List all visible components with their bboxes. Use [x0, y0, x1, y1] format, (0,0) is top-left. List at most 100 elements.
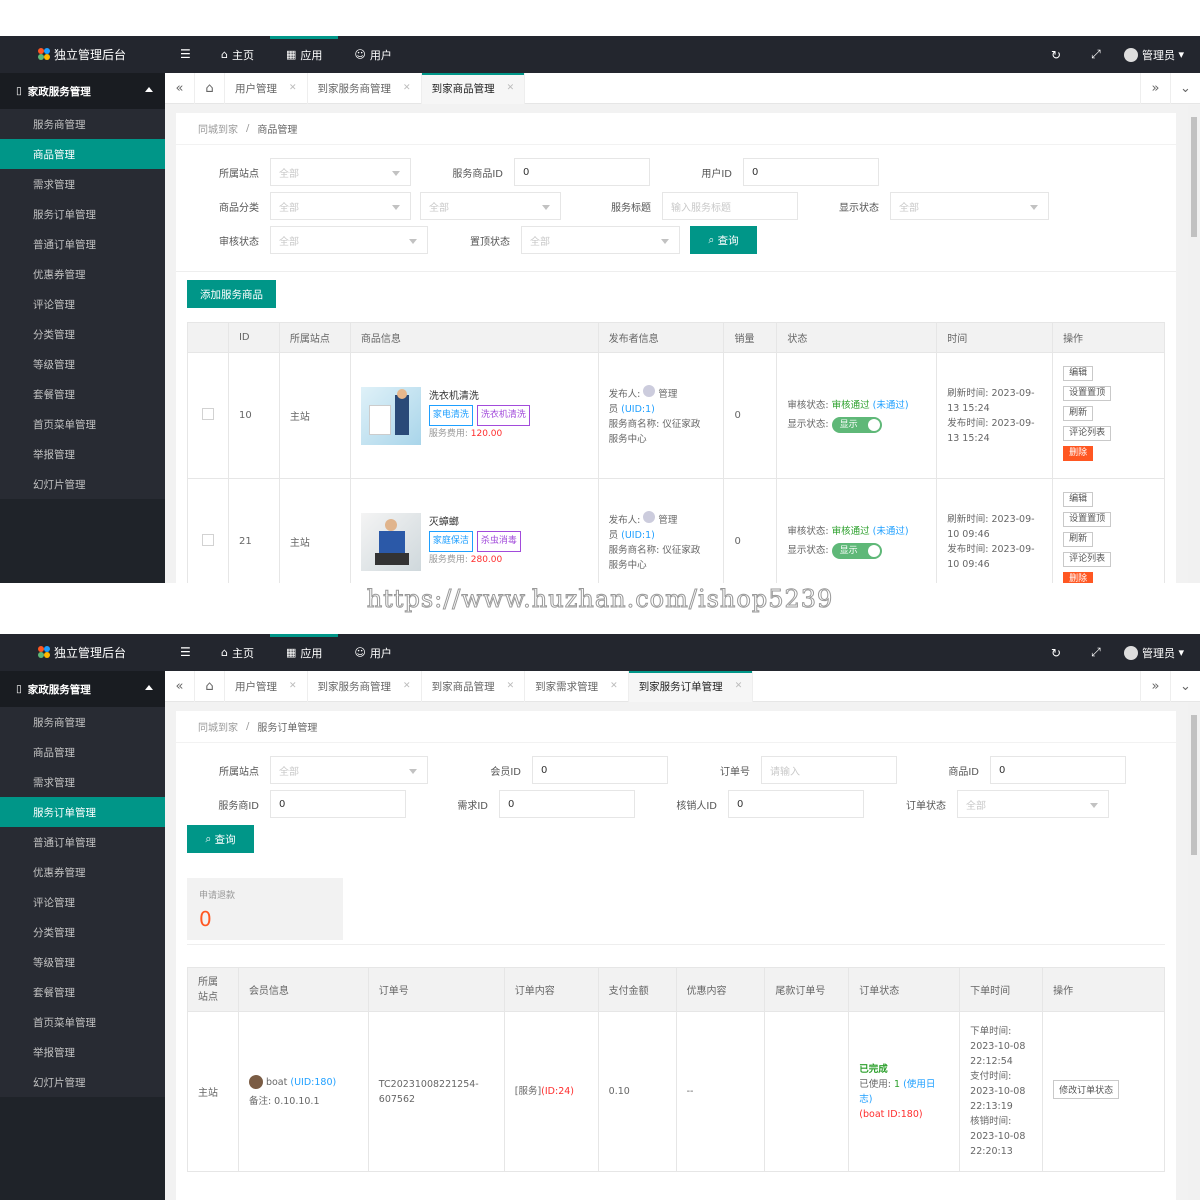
sidebar-group-housekeeping[interactable]: ▯ 家政服务管理	[0, 73, 165, 109]
edit-button[interactable]: 编辑	[1063, 491, 1094, 507]
close-icon[interactable]: ✕	[507, 681, 515, 691]
tab-demand-management[interactable]: 到家需求管理 ✕	[525, 670, 629, 702]
scrollbar-thumb[interactable]	[1191, 715, 1197, 855]
add-service-goods-button[interactable]: 添加服务商品	[187, 280, 276, 308]
title-input[interactable]: 输入服务标题	[662, 192, 798, 220]
nav-user[interactable]: ☺ 用户	[338, 634, 407, 671]
sidebar-group-housekeeping[interactable]: ▯ 家政服务管理	[0, 671, 165, 707]
verifier-id-input[interactable]: 0	[728, 790, 864, 818]
user-id-input[interactable]: 0	[743, 158, 879, 186]
station-select[interactable]: 全部	[270, 158, 411, 186]
provider-id-input[interactable]: 0	[270, 790, 406, 818]
order-no-input[interactable]: 请输入	[761, 756, 897, 784]
tab-goods-management[interactable]: 到家商品管理 ✕	[422, 670, 526, 702]
comment-list-button[interactable]: 评论列表	[1063, 551, 1112, 567]
sidebar-item[interactable]: 首页菜单管理	[0, 409, 165, 439]
set-top-button[interactable]: 设置置顶	[1063, 385, 1112, 401]
member-id-input[interactable]: 0	[532, 756, 668, 784]
refresh-icon[interactable]: ↻	[1036, 48, 1076, 62]
edit-button[interactable]: 编辑	[1063, 365, 1094, 381]
admin-menu[interactable]: 管理员 ▾	[1116, 645, 1200, 661]
delete-button[interactable]: 删除	[1063, 445, 1094, 461]
top-status-select[interactable]: 全部	[521, 226, 680, 254]
row-checkbox[interactable]	[202, 534, 214, 546]
sidebar-item[interactable]: 服务商管理	[0, 707, 165, 737]
sidebar-item[interactable]: 商品管理	[0, 139, 165, 169]
sidebar-item[interactable]: 普通订单管理	[0, 229, 165, 259]
scrollbar-thumb[interactable]	[1191, 117, 1197, 237]
fullscreen-icon[interactable]: ⤢	[1076, 47, 1116, 62]
query-button[interactable]: ⌕ 查询	[690, 226, 757, 254]
tab-service-order-management[interactable]: 到家服务订单管理 ✕	[628, 670, 754, 702]
tab-menu-chevron-icon[interactable]: ⌄	[1170, 671, 1200, 702]
close-icon[interactable]: ✕	[403, 681, 411, 691]
usage-log-link-cont[interactable]: 志)	[859, 1092, 959, 1107]
sidebar-item[interactable]: 举报管理	[0, 1037, 165, 1067]
nav-home[interactable]: ⌂ 主页	[205, 36, 270, 73]
publisher-uid-link[interactable]: (UID:1)	[621, 404, 655, 415]
sidebar-item[interactable]: 幻灯片管理	[0, 1067, 165, 1097]
admin-menu[interactable]: 管理员 ▾	[1116, 47, 1200, 63]
tab-user-management[interactable]: 用户管理 ✕	[225, 72, 308, 104]
menu-toggle-icon[interactable]: ☰	[180, 48, 192, 60]
publisher-uid-link[interactable]: (UID:1)	[621, 530, 655, 541]
sidebar-item[interactable]: 需求管理	[0, 169, 165, 199]
sidebar-item[interactable]: 等级管理	[0, 349, 165, 379]
tab-goods-management[interactable]: 到家商品管理 ✕	[421, 72, 526, 104]
tab-scroll-right-icon[interactable]: »	[1140, 671, 1170, 702]
refresh-button[interactable]: 刷新	[1063, 531, 1094, 547]
tab-menu-chevron-icon[interactable]: ⌄	[1170, 73, 1200, 104]
tab-scroll-left-icon[interactable]: «	[165, 72, 195, 104]
category-select-2[interactable]: 全部	[420, 192, 561, 220]
scrollbar[interactable]	[1188, 703, 1200, 1200]
tab-scroll-right-icon[interactable]: »	[1140, 73, 1170, 104]
refund-stat-card[interactable]: 申请退款 0	[187, 878, 343, 940]
tab-provider-management[interactable]: 到家服务商管理 ✕	[308, 72, 422, 104]
row-checkbox[interactable]	[202, 408, 214, 420]
station-select[interactable]: 全部	[270, 756, 428, 784]
sidebar-item[interactable]: 优惠券管理	[0, 857, 165, 887]
audit-alt-link[interactable]: (未通过)	[873, 526, 909, 537]
close-icon[interactable]: ✕	[507, 83, 515, 93]
nav-apps[interactable]: ▦ 应用	[269, 634, 339, 671]
tab-scroll-left-icon[interactable]: «	[165, 670, 195, 702]
sidebar-item[interactable]: 评论管理	[0, 887, 165, 917]
audit-status-select[interactable]: 全部	[270, 226, 428, 254]
breadcrumb-root[interactable]: 同城到家	[198, 719, 238, 734]
member-uid-link[interactable]: (UID:180)	[290, 1077, 336, 1088]
change-order-status-button[interactable]: 修改订单状态	[1053, 1079, 1120, 1099]
service-goods-id-input[interactable]: 0	[514, 158, 650, 186]
order-status-select[interactable]: 全部	[957, 790, 1109, 818]
demand-id-input[interactable]: 0	[499, 790, 635, 818]
menu-toggle-icon[interactable]: ☰	[180, 646, 192, 658]
nav-apps[interactable]: ▦ 应用	[269, 36, 339, 73]
display-status-select[interactable]: 全部	[890, 192, 1049, 220]
sidebar-item[interactable]: 分类管理	[0, 917, 165, 947]
refresh-button[interactable]: 刷新	[1063, 405, 1094, 421]
breadcrumb-root[interactable]: 同城到家	[198, 121, 238, 136]
sidebar-item[interactable]: 首页菜单管理	[0, 1007, 165, 1037]
sidebar-item[interactable]: 服务订单管理	[0, 797, 165, 827]
scrollbar[interactable]	[1188, 105, 1200, 583]
sidebar-item[interactable]: 需求管理	[0, 767, 165, 797]
delete-button[interactable]: 删除	[1063, 571, 1094, 583]
sidebar-item[interactable]: 分类管理	[0, 319, 165, 349]
tab-provider-management[interactable]: 到家服务商管理 ✕	[308, 670, 422, 702]
display-toggle[interactable]: 显示	[831, 543, 882, 560]
sidebar-item[interactable]: 服务商管理	[0, 109, 165, 139]
category-select-1[interactable]: 全部	[270, 192, 411, 220]
nav-home[interactable]: ⌂ 主页	[205, 634, 270, 671]
close-icon[interactable]: ✕	[610, 681, 618, 691]
nav-user[interactable]: ☺ 用户	[338, 36, 407, 73]
tab-home-icon[interactable]: ⌂	[195, 72, 225, 104]
sidebar-item[interactable]: 优惠券管理	[0, 259, 165, 289]
sidebar-item[interactable]: 等级管理	[0, 947, 165, 977]
sidebar-item[interactable]: 评论管理	[0, 289, 165, 319]
display-toggle[interactable]: 显示	[831, 417, 882, 434]
tab-home-icon[interactable]: ⌂	[195, 670, 225, 702]
sidebar-item[interactable]: 举报管理	[0, 439, 165, 469]
sidebar-item[interactable]: 套餐管理	[0, 977, 165, 1007]
refresh-icon[interactable]: ↻	[1036, 646, 1076, 660]
sidebar-item[interactable]: 普通订单管理	[0, 827, 165, 857]
close-icon[interactable]: ✕	[735, 681, 743, 691]
